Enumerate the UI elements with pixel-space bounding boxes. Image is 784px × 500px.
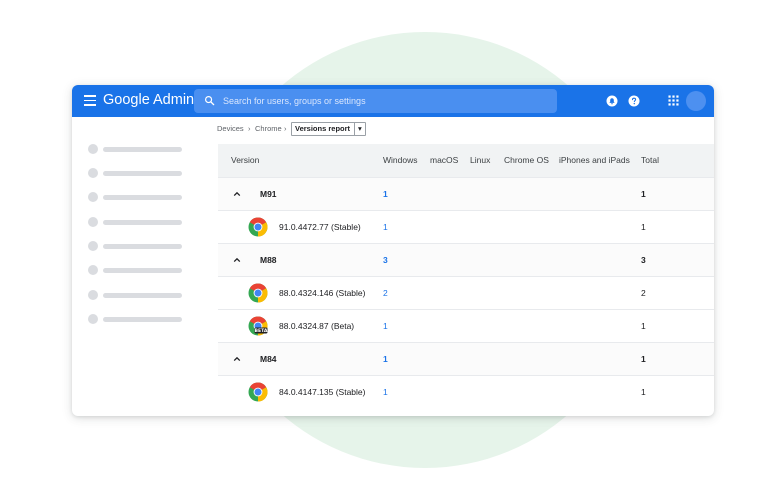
app-title[interactable]: Google Admin bbox=[103, 92, 194, 108]
table-row-version: 91.0.4472.77 (Stable) 1 1 bbox=[218, 210, 714, 244]
brand-product: Admin bbox=[153, 92, 195, 108]
breadcrumb-devices[interactable]: Devices bbox=[217, 122, 244, 136]
dropdown-arrow-icon: ▾ bbox=[354, 123, 362, 135]
table-row-group-m91[interactable]: M91 1 1 bbox=[218, 177, 714, 211]
table-row-group-m88[interactable]: M88 3 3 bbox=[218, 243, 714, 277]
total-count: 3 bbox=[641, 255, 646, 265]
chevron-up-icon[interactable] bbox=[233, 355, 241, 363]
windows-count-link[interactable]: 1 bbox=[383, 354, 388, 364]
version-group-name: M91 bbox=[260, 189, 277, 199]
chrome-stable-icon bbox=[248, 217, 268, 237]
help-icon[interactable] bbox=[628, 95, 640, 107]
search-input[interactable] bbox=[223, 92, 543, 110]
brand-google: Google bbox=[103, 92, 150, 108]
windows-count-link[interactable]: 2 bbox=[383, 288, 388, 298]
total-count: 1 bbox=[641, 321, 646, 331]
version-name: 91.0.4472.77 (Stable) bbox=[279, 222, 361, 232]
menu-icon[interactable] bbox=[84, 95, 96, 107]
breadcrumb-separator: › bbox=[248, 124, 251, 133]
column-header-linux[interactable]: Linux bbox=[470, 155, 490, 165]
column-header-macos[interactable]: macOS bbox=[430, 155, 458, 165]
table-row-group-m84[interactable]: M84 1 1 bbox=[218, 342, 714, 376]
version-group-name: M84 bbox=[260, 354, 277, 364]
version-name: 88.0.4324.87 (Beta) bbox=[279, 321, 355, 331]
total-count: 1 bbox=[641, 354, 646, 364]
total-count: 1 bbox=[641, 222, 646, 232]
chevron-up-icon[interactable] bbox=[233, 190, 241, 198]
version-name: 88.0.4324.146 (Stable) bbox=[279, 288, 366, 298]
windows-count-link[interactable]: 1 bbox=[383, 387, 388, 397]
chrome-stable-icon bbox=[248, 382, 268, 402]
version-group-name: M88 bbox=[260, 255, 277, 265]
breadcrumb-separator: › bbox=[284, 124, 287, 133]
search-bar[interactable] bbox=[194, 89, 557, 113]
top-app-bar: Google Admin bbox=[72, 85, 714, 117]
column-header-version[interactable]: Version bbox=[231, 155, 259, 165]
report-selector[interactable]: Versions report ▾ bbox=[291, 122, 366, 136]
table-row-version: BETA 88.0.4324.87 (Beta) 1 1 bbox=[218, 309, 714, 343]
column-header-iphones-ipads[interactable]: iPhones and iPads bbox=[559, 155, 630, 165]
table-row-version: 88.0.4324.146 (Stable) 2 2 bbox=[218, 276, 714, 310]
total-count: 1 bbox=[641, 387, 646, 397]
windows-count-link[interactable]: 1 bbox=[383, 321, 388, 331]
admin-console-window: Google Admin Search for users, groups or… bbox=[72, 85, 714, 416]
table-header: Version Windows macOS Linux Chrome OS iP… bbox=[218, 144, 714, 177]
report-selector-label: Versions report bbox=[295, 124, 351, 133]
table-row-version: 84.0.4147.135 (Stable) 1 1 bbox=[218, 375, 714, 409]
column-header-total[interactable]: Total bbox=[641, 155, 659, 165]
svg-text:BETA: BETA bbox=[255, 328, 268, 334]
total-count: 2 bbox=[641, 288, 646, 298]
chevron-up-icon[interactable] bbox=[233, 256, 241, 264]
sidebar-nav bbox=[72, 117, 218, 416]
version-name: 84.0.4147.135 (Stable) bbox=[279, 387, 366, 397]
windows-count-link[interactable]: 1 bbox=[383, 222, 388, 232]
total-count: 1 bbox=[641, 189, 646, 199]
chrome-stable-icon bbox=[248, 283, 268, 303]
windows-count-link[interactable]: 3 bbox=[383, 255, 388, 265]
column-header-chrome-os[interactable]: Chrome OS bbox=[504, 155, 549, 165]
windows-count-link[interactable]: 1 bbox=[383, 189, 388, 199]
apps-grid-icon[interactable] bbox=[668, 95, 679, 106]
breadcrumb-chrome[interactable]: Chrome bbox=[255, 122, 282, 136]
chrome-beta-icon: BETA bbox=[248, 316, 268, 336]
account-avatar[interactable] bbox=[686, 91, 706, 111]
search-icon bbox=[205, 96, 215, 106]
notifications-icon[interactable] bbox=[606, 95, 618, 107]
column-header-windows[interactable]: Windows bbox=[383, 155, 417, 165]
